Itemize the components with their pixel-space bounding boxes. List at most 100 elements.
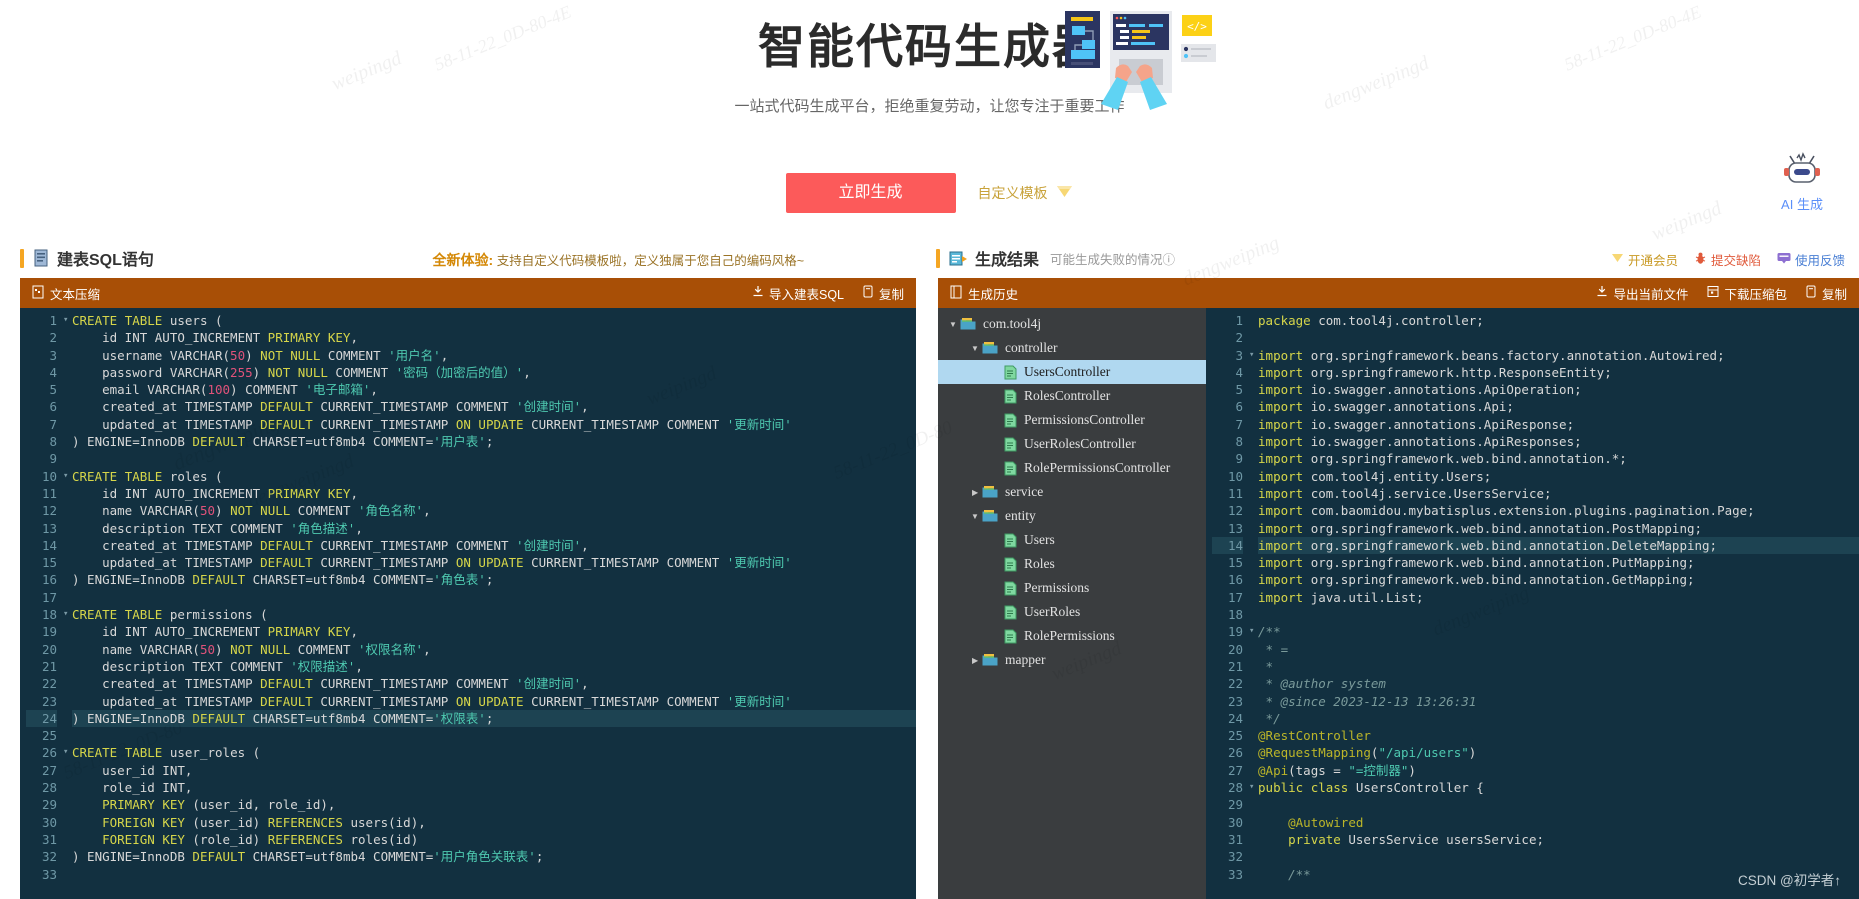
ai-generate-button[interactable]: AI 生成 (1765, 150, 1839, 213)
sql-code-text[interactable]: CREATE TABLE users ( id INT AUTO_INCREME… (64, 308, 917, 899)
fold-toggle-icon[interactable]: ▾ (1249, 623, 1254, 640)
code-line[interactable]: FOREIGN KEY (role_id) REFERENCES roles(i… (72, 831, 916, 848)
chevron-right-icon[interactable]: ▶ (968, 488, 982, 497)
tree-file[interactable]: RolesController (938, 384, 1206, 408)
code-line[interactable]: description TEXT COMMENT '权限描述', (72, 658, 916, 675)
code-line[interactable]: import org.springframework.web.bind.anno… (1258, 571, 1859, 588)
code-line[interactable]: FOREIGN KEY (user_id) REFERENCES users(i… (72, 814, 916, 831)
code-line[interactable]: import io.swagger.annotations.ApiOperati… (1258, 381, 1859, 398)
code-line[interactable]: created_at TIMESTAMP DEFAULT CURRENT_TIM… (72, 675, 916, 692)
code-line[interactable]: name VARCHAR(50) NOT NULL COMMENT '角色名称'… (72, 502, 916, 519)
code-line[interactable]: import java.util.List; (1258, 589, 1859, 606)
tree-file[interactable]: UserRoles (938, 600, 1206, 624)
code-line[interactable]: import org.springframework.beans.factory… (1258, 347, 1859, 364)
code-line[interactable]: created_at TIMESTAMP DEFAULT CURRENT_TIM… (72, 398, 916, 415)
tree-file[interactable]: UserRolesController (938, 432, 1206, 456)
code-line[interactable]: import com.tool4j.service.UsersService; (1258, 485, 1859, 502)
code-line[interactable]: * @since 2023-12-13 13:26:31 (1258, 693, 1859, 710)
code-line[interactable]: import io.swagger.annotations.Api; (1258, 398, 1859, 415)
java-code-area[interactable]: 1 2 3 ▾ 4 5 6 7 8 9 10 11 12 13 14 15 16 17 18 19 ▾ 20 21 22 23 2… (1206, 308, 1859, 899)
tree-folder[interactable]: ▼ entity (938, 504, 1206, 528)
code-line[interactable]: description TEXT COMMENT '角色描述', (72, 520, 916, 537)
code-line[interactable]: import org.springframework.http.Response… (1258, 364, 1859, 381)
code-line[interactable]: CREATE TABLE roles ( (72, 468, 916, 485)
code-line[interactable]: import org.springframework.web.bind.anno… (1258, 520, 1859, 537)
chevron-down-icon[interactable]: ▼ (968, 512, 982, 521)
code-line[interactable]: email VARCHAR(100) COMMENT '电子邮箱', (72, 381, 916, 398)
code-line[interactable]: @Api(tags = "=控制器") (1258, 762, 1859, 779)
tree-folder[interactable]: ▶ service (938, 480, 1206, 504)
code-line[interactable]: import io.swagger.annotations.ApiRespons… (1258, 433, 1859, 450)
fold-toggle-icon[interactable]: ▾ (63, 744, 68, 761)
code-line[interactable]: * @author system (1258, 675, 1859, 692)
tree-file[interactable]: Permissions (938, 576, 1206, 600)
custom-template-link[interactable]: 自定义模板 (978, 183, 1074, 203)
code-line[interactable]: password VARCHAR(255) NOT NULL COMMENT '… (72, 364, 916, 381)
code-line[interactable]: ) ENGINE=InnoDB DEFAULT CHARSET=utf8mb4 … (72, 433, 916, 450)
result-note[interactable]: 可能生成失败的情况ⓘ (1050, 249, 1175, 268)
code-line[interactable]: PRIMARY KEY (user_id, role_id), (72, 796, 916, 813)
tree-folder[interactable]: ▶ mapper (938, 648, 1206, 672)
code-line[interactable]: import org.springframework.web.bind.anno… (1258, 554, 1859, 571)
chevron-down-icon[interactable]: ▼ (946, 320, 960, 329)
code-line[interactable]: @RestController (1258, 727, 1859, 744)
code-line[interactable]: package com.tool4j.controller; (1258, 312, 1859, 329)
code-line[interactable]: * = (1258, 641, 1859, 658)
code-line[interactable]: */ (1258, 710, 1859, 727)
tool-vip[interactable]: 开通会员 (1611, 250, 1678, 269)
code-line[interactable]: import org.springframework.web.bind.anno… (1258, 450, 1859, 467)
code-line[interactable]: /** (1258, 623, 1859, 640)
fold-toggle-icon[interactable]: ▾ (63, 468, 68, 485)
code-line[interactable]: public class UsersController { (1258, 779, 1859, 796)
tree-folder[interactable]: ▼ controller (938, 336, 1206, 360)
code-line[interactable]: id INT AUTO_INCREMENT PRIMARY KEY, (72, 329, 916, 346)
java-code-text[interactable]: package com.tool4j.controller; import or… (1250, 308, 1859, 899)
code-line[interactable] (72, 450, 916, 467)
code-line[interactable]: user_id INT, (72, 762, 916, 779)
file-tree[interactable]: ▼ com.tool4j ▼ controller UsersController Rol… (938, 308, 1207, 899)
code-line[interactable]: import com.baomidou.mybatisplus.extensio… (1258, 502, 1859, 519)
chevron-right-icon[interactable]: ▶ (968, 656, 982, 665)
code-line[interactable]: ) ENGINE=InnoDB DEFAULT CHARSET=utf8mb4 … (72, 571, 916, 588)
code-line[interactable]: name VARCHAR(50) NOT NULL COMMENT '权限名称'… (72, 641, 916, 658)
code-line[interactable]: id INT AUTO_INCREMENT PRIMARY KEY, (72, 485, 916, 502)
tree-file[interactable]: RolePermissionsController (938, 456, 1206, 480)
code-line[interactable]: CREATE TABLE user_roles ( (72, 744, 916, 761)
tool-bug[interactable]: 提交缺陷 (1694, 250, 1761, 269)
code-line[interactable]: import org.springframework.web.bind.anno… (1258, 536, 1859, 555)
code-line[interactable]: updated_at TIMESTAMP DEFAULT CURRENT_TIM… (72, 554, 916, 571)
code-line[interactable]: import com.tool4j.entity.Users; (1258, 468, 1859, 485)
code-line[interactable] (1258, 796, 1859, 813)
sql-code-area[interactable]: 1 ▾ 2 3 4 5 6 7 8 9 10 ▾ 11 12 13 14 15 16 17 18 ▾ 19 20 21 22 23… (20, 308, 917, 899)
fold-toggle-icon[interactable]: ▾ (63, 606, 68, 623)
code-line[interactable]: ) ENGINE=InnoDB DEFAULT CHARSET=utf8mb4 … (72, 709, 917, 728)
tree-file[interactable]: UsersController (938, 360, 1207, 384)
code-line[interactable]: @RequestMapping("/api/users") (1258, 744, 1859, 761)
code-line[interactable] (1258, 848, 1859, 865)
code-line[interactable]: updated_at TIMESTAMP DEFAULT CURRENT_TIM… (72, 416, 916, 433)
tree-file[interactable]: Roles (938, 552, 1206, 576)
generate-now-button[interactable]: 立即生成 (785, 173, 956, 213)
code-line[interactable]: private UsersService usersService; (1258, 831, 1859, 848)
copy-button[interactable]: 复制 (863, 284, 904, 303)
download-zip-button[interactable]: 下载压缩包 (1707, 284, 1787, 303)
tree-folder[interactable]: ▼ com.tool4j (938, 312, 1206, 336)
tool-feedback[interactable]: 使用反馈 (1777, 250, 1845, 269)
fold-toggle-icon[interactable]: ▾ (1249, 779, 1254, 796)
tree-file[interactable]: Users (938, 528, 1206, 552)
code-line[interactable]: updated_at TIMESTAMP DEFAULT CURRENT_TIM… (72, 693, 916, 710)
tree-file[interactable]: RolePermissions (938, 624, 1206, 648)
code-line[interactable] (72, 589, 916, 606)
fold-toggle-icon[interactable]: ▾ (63, 312, 68, 329)
code-line[interactable]: username VARCHAR(50) NOT NULL COMMENT '用… (72, 347, 916, 364)
code-line[interactable]: CREATE TABLE permissions ( (72, 606, 916, 623)
copy-button[interactable]: 复制 (1806, 284, 1847, 303)
import-sql-button[interactable]: 导入建表SQL (752, 284, 844, 303)
code-line[interactable]: import io.swagger.annotations.ApiRespons… (1258, 416, 1859, 433)
tree-file[interactable]: PermissionsController (938, 408, 1206, 432)
code-line[interactable]: ) ENGINE=InnoDB DEFAULT CHARSET=utf8mb4 … (72, 848, 916, 865)
chevron-down-icon[interactable]: ▼ (968, 344, 982, 353)
code-line[interactable]: @Autowired (1258, 814, 1859, 831)
code-line[interactable]: * (1258, 658, 1859, 675)
code-line[interactable] (72, 866, 916, 883)
